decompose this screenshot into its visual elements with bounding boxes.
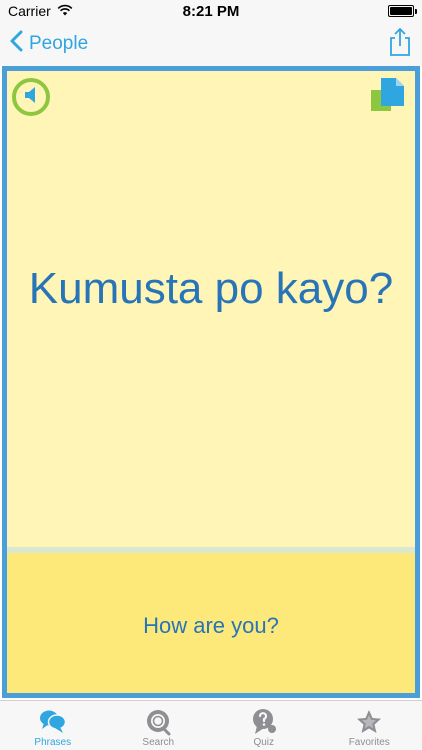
speaker-icon xyxy=(22,86,40,109)
tab-favorites-label: Favorites xyxy=(348,737,390,748)
tab-phrases[interactable]: Phrases xyxy=(0,701,106,750)
tab-quiz[interactable]: Quiz xyxy=(211,701,317,750)
copy-icon xyxy=(369,78,405,116)
tab-bar: Phrases Search Quiz Favorites xyxy=(0,700,422,750)
wifi-icon xyxy=(57,3,73,19)
tab-quiz-label: Quiz xyxy=(253,737,275,748)
star-icon xyxy=(355,707,383,737)
tab-phrases-label: Phrases xyxy=(34,737,72,748)
card-translation-area: How are you? xyxy=(7,553,415,693)
share-icon xyxy=(388,27,412,62)
navigation-bar: People xyxy=(0,22,422,66)
tab-search-label: Search xyxy=(142,737,175,748)
phrase-card[interactable]: Kumusta po kayo? How are you? xyxy=(2,66,420,698)
speech-bubbles-icon xyxy=(39,707,67,737)
speaker-button[interactable] xyxy=(12,78,50,116)
copy-button[interactable] xyxy=(369,78,405,117)
chevron-left-icon xyxy=(10,30,23,58)
back-button[interactable]: People xyxy=(10,30,88,58)
carrier-label: Carrier xyxy=(8,3,51,19)
search-icon xyxy=(144,707,172,737)
quiz-icon xyxy=(251,707,277,737)
tab-search[interactable]: Search xyxy=(106,701,212,750)
status-left: Carrier xyxy=(8,3,73,19)
tab-favorites[interactable]: Favorites xyxy=(317,701,422,750)
translation-text: How are you? xyxy=(143,613,279,638)
back-button-label: People xyxy=(29,33,89,54)
card-phrase-area: Kumusta po kayo? xyxy=(7,71,415,547)
share-button[interactable] xyxy=(388,27,412,62)
status-bar: Carrier 8:21 PM xyxy=(0,0,422,22)
battery-icon xyxy=(388,5,417,17)
phrase-text: Kumusta po kayo? xyxy=(28,264,394,313)
battery-fill xyxy=(390,7,412,15)
